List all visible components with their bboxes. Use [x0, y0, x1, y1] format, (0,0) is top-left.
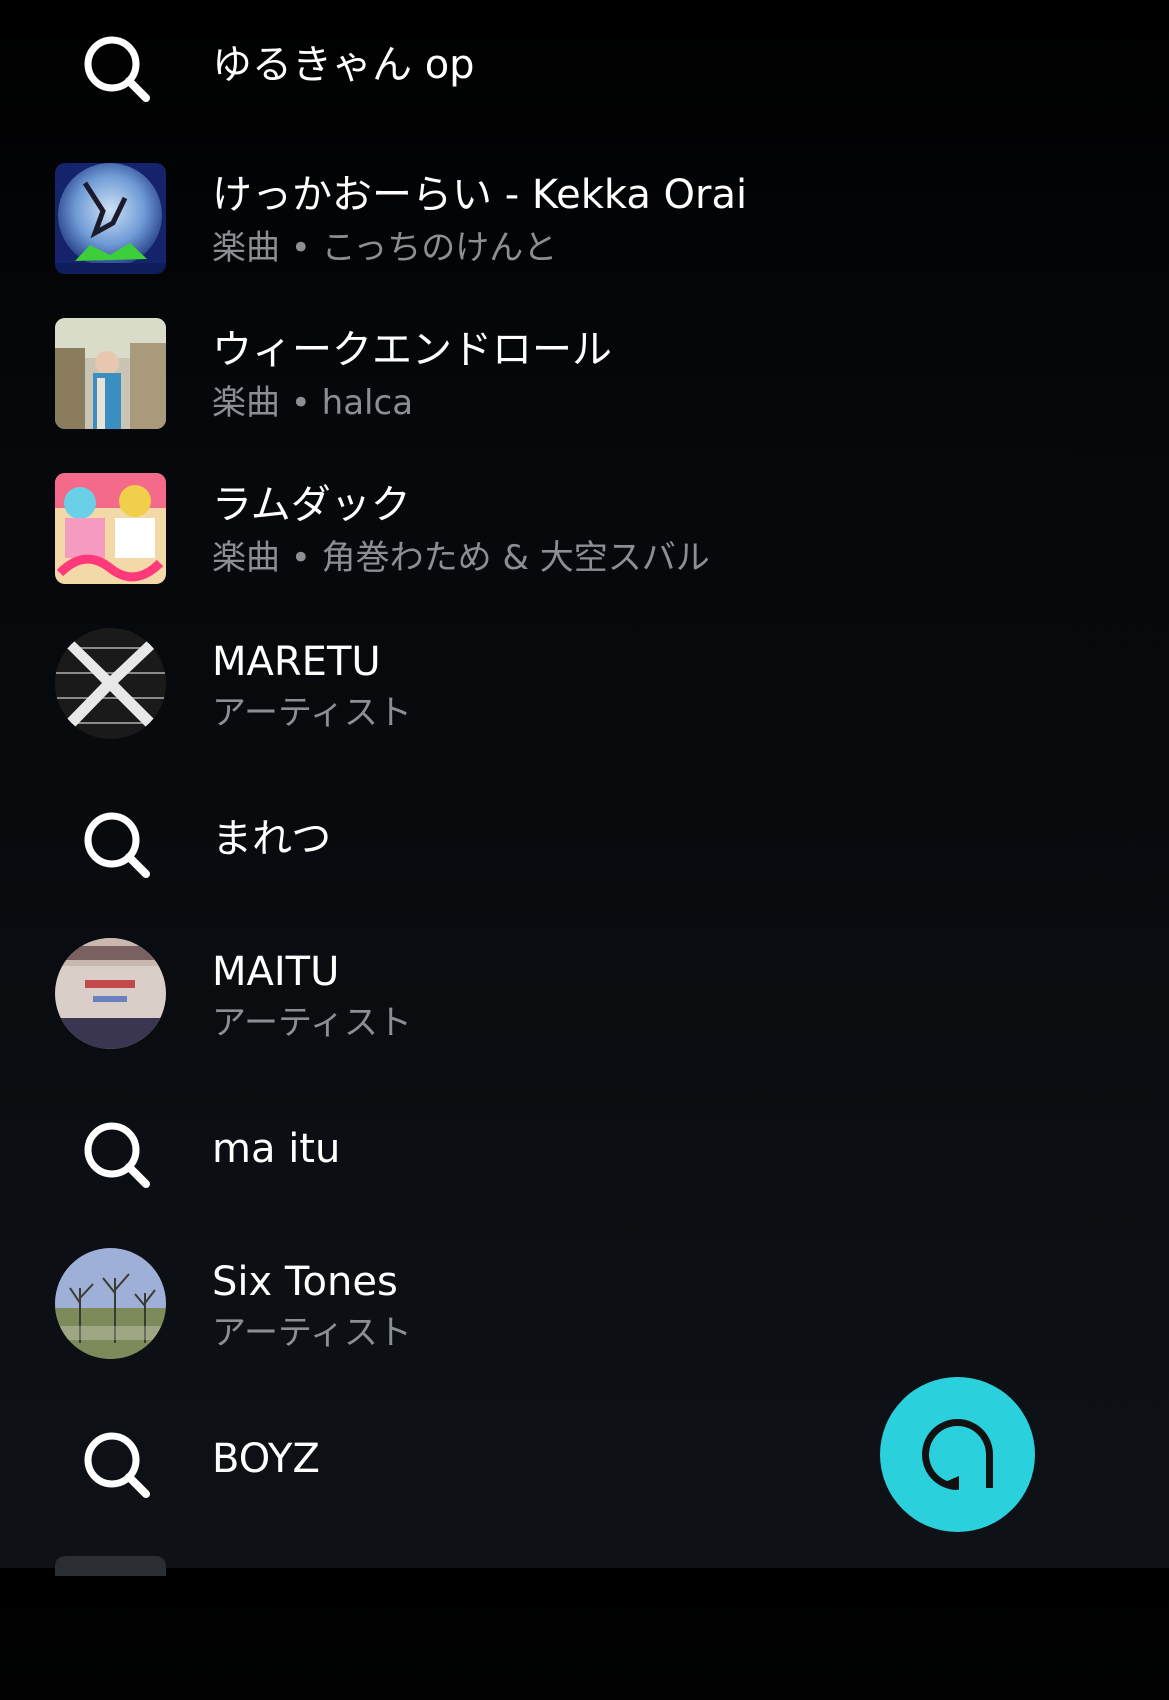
song-row[interactable]: ウィークエンドロール 楽曲 • halca	[0, 305, 1078, 445]
artist-name: MAITU	[212, 949, 340, 995]
song-title: けっかおーらい - Kekka Orai	[212, 172, 748, 218]
artist-name: Six Tones	[212, 1259, 398, 1305]
suggestion-text: ゆるきゃん op	[212, 42, 475, 88]
suggestion-text: まれつ	[212, 816, 332, 862]
search-icon	[84, 36, 150, 102]
artist-row[interactable]: Six Tones アーティスト	[0, 1235, 1078, 1375]
artist-type-label: アーティスト	[212, 1003, 412, 1043]
artist-avatar	[55, 938, 166, 1049]
search-results-list: ゆるきゃん op けっかおーらい - Kekka Orai 楽曲 • こっちのけ…	[0, 0, 1078, 1576]
search-icon	[84, 812, 150, 878]
song-subtitle: 楽曲 • こっちのけんと	[212, 228, 558, 268]
album-art	[55, 473, 166, 584]
search-icon	[84, 1432, 150, 1498]
suggestion-text: ma itu	[212, 1126, 341, 1172]
song-row[interactable]: ラムダック 楽曲 • 角巻わため & 大空スバル	[0, 460, 1078, 600]
search-icon	[84, 1122, 150, 1188]
artist-avatar	[55, 1248, 166, 1359]
song-subtitle: 楽曲 • halca	[212, 383, 414, 423]
song-row[interactable]: けっかおーらい - Kekka Orai 楽曲 • こっちのけんと	[0, 150, 1078, 290]
next-result-thumbnail	[55, 1556, 166, 1576]
artist-row[interactable]: MAITU アーティスト	[0, 925, 1078, 1065]
artist-row[interactable]: MARETU アーティスト	[0, 615, 1078, 755]
search-suggestion-row[interactable]: ma itu	[0, 1080, 1078, 1225]
search-suggestion-row[interactable]: ゆるきゃん op	[0, 0, 1078, 135]
song-title: ラムダック	[212, 482, 411, 528]
song-subtitle: 楽曲 • 角巻わため & 大空スバル	[212, 538, 710, 578]
album-art	[55, 163, 166, 274]
alexa-button[interactable]	[880, 1377, 1035, 1532]
search-suggestion-row[interactable]: まれつ	[0, 770, 1078, 915]
album-art	[55, 318, 166, 429]
suggestion-text: BOYZ	[212, 1436, 320, 1482]
alexa-icon	[922, 1419, 993, 1490]
artist-avatar	[55, 628, 166, 739]
song-title: ウィークエンドロール	[212, 327, 612, 373]
artist-type-label: アーティスト	[212, 693, 412, 733]
artist-name: MARETU	[212, 639, 381, 685]
artist-type-label: アーティスト	[212, 1313, 412, 1353]
